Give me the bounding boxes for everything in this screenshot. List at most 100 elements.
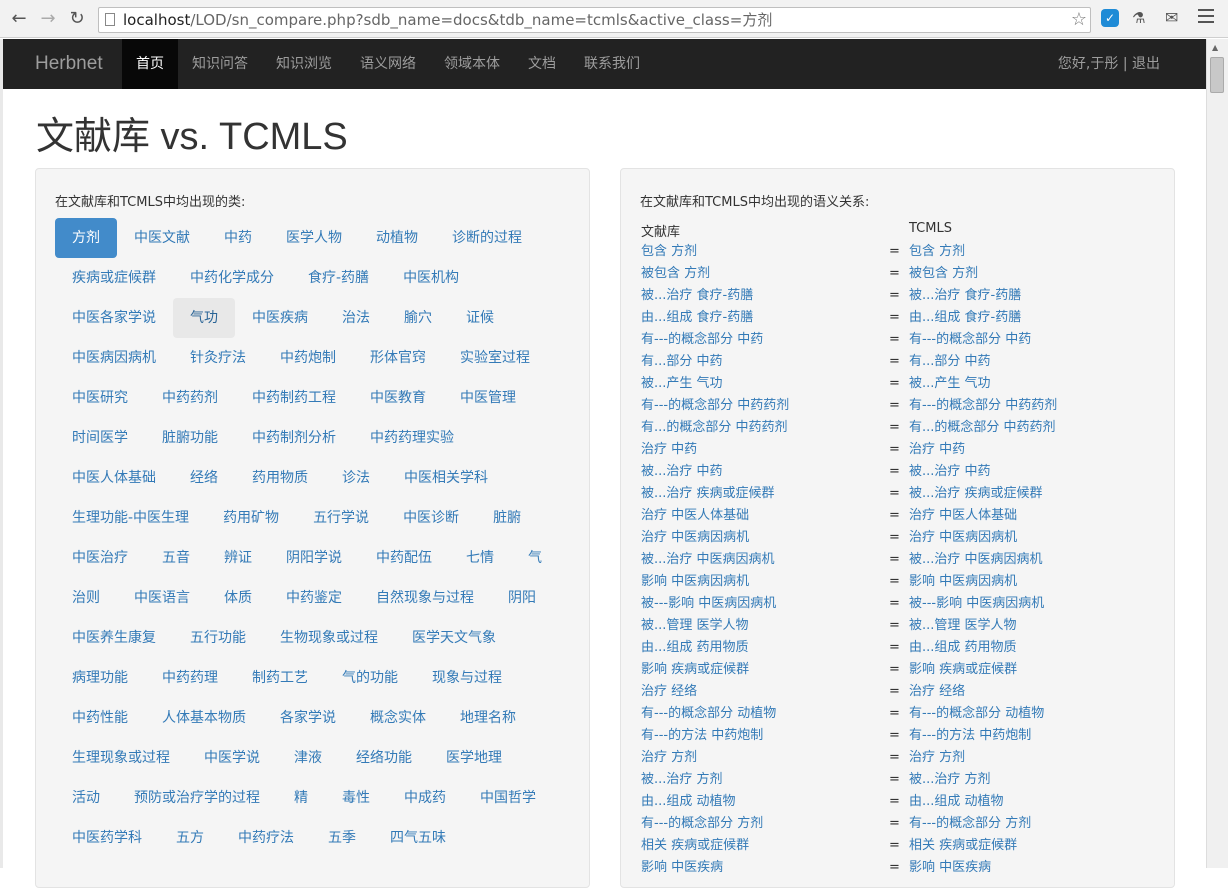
class-pill[interactable]: 中成药	[387, 778, 463, 818]
class-pill[interactable]: 时间医学	[55, 418, 145, 458]
class-pill[interactable]: 中药制剂分析	[235, 418, 353, 458]
class-pill[interactable]: 经络功能	[339, 738, 429, 778]
relation-right-link[interactable]: 被...治疗 方剂	[909, 769, 991, 791]
scrollbar-thumb[interactable]	[1210, 57, 1224, 93]
class-pill[interactable]: 中药性能	[55, 698, 145, 738]
relation-left-link[interactable]: 被包含 方剂	[641, 263, 710, 285]
vertical-scrollbar[interactable]: ▲	[1206, 39, 1228, 868]
relation-right-link[interactable]: 治疗 中医病因病机	[909, 527, 1017, 549]
class-pill[interactable]: 药用矿物	[206, 498, 296, 538]
class-pill[interactable]: 阴阳	[491, 578, 553, 618]
class-pill[interactable]: 医学地理	[429, 738, 519, 778]
class-pill[interactable]: 气的功能	[325, 658, 415, 698]
relation-right-link[interactable]: 影响 中医病因病机	[909, 571, 1017, 593]
class-pill[interactable]: 中医机构	[386, 258, 476, 298]
class-pill[interactable]: 活动	[55, 778, 117, 818]
relation-left-link[interactable]: 有---的概念部分 中药	[641, 329, 763, 351]
class-pill[interactable]: 中药鉴定	[269, 578, 359, 618]
relation-right-link[interactable]: 被...产生 气功	[909, 373, 991, 395]
class-pill[interactable]: 治则	[55, 578, 117, 618]
back-icon[interactable]: ←	[8, 8, 30, 30]
nav-item[interactable]: 文档	[514, 39, 570, 89]
relation-right-link[interactable]: 被...治疗 中医病因病机	[909, 549, 1043, 571]
relation-right-link[interactable]: 有---的概念部分 动植物	[909, 703, 1044, 725]
relation-right-link[interactable]: 有---的概念部分 中药药剂	[909, 395, 1057, 417]
class-pill[interactable]: 医学人物	[269, 218, 359, 258]
relation-right-link[interactable]: 相关 疾病或症候群	[909, 835, 1017, 857]
class-pill[interactable]: 精	[277, 778, 325, 818]
relation-right-link[interactable]: 有...的概念部分 中药药剂	[909, 417, 1056, 439]
class-pill[interactable]: 生理功能-中医生理	[55, 498, 206, 538]
nav-item[interactable]: 联系我们	[570, 39, 654, 89]
class-pill[interactable]: 疾病或症候群	[55, 258, 173, 298]
relation-right-link[interactable]: 影响 疾病或症候群	[909, 659, 1017, 681]
class-pill[interactable]: 中医研究	[55, 378, 145, 418]
relation-left-link[interactable]: 治疗 经络	[641, 681, 697, 703]
class-pill[interactable]: 中国哲学	[463, 778, 553, 818]
class-pill[interactable]: 证候	[449, 298, 511, 338]
class-pill[interactable]: 制药工艺	[235, 658, 325, 698]
relation-right-link[interactable]: 有...部分 中药	[909, 351, 991, 373]
relation-right-link[interactable]: 被包含 方剂	[909, 263, 978, 285]
class-pill[interactable]: 五方	[159, 818, 221, 858]
relation-right-link[interactable]: 由...组成 药用物质	[909, 637, 1017, 659]
relation-right-link[interactable]: 由...组成 动植物	[909, 791, 1004, 813]
class-pill[interactable]: 治法	[325, 298, 387, 338]
relation-left-link[interactable]: 被...产生 气功	[641, 373, 723, 395]
scroll-up-icon[interactable]: ▲	[1212, 43, 1218, 52]
relation-left-link[interactable]: 治疗 中医人体基础	[641, 505, 749, 527]
class-pill[interactable]: 五音	[145, 538, 207, 578]
relation-left-link[interactable]: 被...治疗 中药	[641, 461, 723, 483]
class-pill[interactable]: 中药药理	[145, 658, 235, 698]
relation-left-link[interactable]: 被...治疗 疾病或症候群	[641, 483, 775, 505]
class-pill[interactable]: 食疗-药膳	[291, 258, 386, 298]
nav-item[interactable]: 知识问答	[178, 39, 262, 89]
extension-puzzle-icon[interactable]: ⚗	[1132, 9, 1150, 27]
relation-left-link[interactable]: 治疗 中药	[641, 439, 697, 461]
class-pill[interactable]: 中医病因病机	[55, 338, 173, 378]
class-pill[interactable]: 辨证	[207, 538, 269, 578]
class-pill[interactable]: 药用物质	[235, 458, 325, 498]
relation-left-link[interactable]: 被...治疗 中医病因病机	[641, 549, 775, 571]
relation-left-link[interactable]: 相关 疾病或症候群	[641, 835, 749, 857]
relation-left-link[interactable]: 影响 中医疾病	[641, 857, 723, 879]
nav-item[interactable]: 知识浏览	[262, 39, 346, 89]
class-pill[interactable]: 预防或治疗学的过程	[117, 778, 277, 818]
relation-left-link[interactable]: 治疗 中医病因病机	[641, 527, 749, 549]
relation-left-link[interactable]: 被...管理 医学人物	[641, 615, 749, 637]
class-pill[interactable]: 七情	[449, 538, 511, 578]
relation-right-link[interactable]: 有---的方法 中药炮制	[909, 725, 1031, 747]
forward-icon[interactable]: →	[37, 8, 59, 30]
relation-right-link[interactable]: 包含 方剂	[909, 241, 965, 263]
relation-left-link[interactable]: 有---的概念部分 动植物	[641, 703, 776, 725]
class-pill[interactable]: 中医人体基础	[55, 458, 173, 498]
nav-item[interactable]: 领域本体	[430, 39, 514, 89]
class-pill[interactable]: 五行功能	[173, 618, 263, 658]
class-pill[interactable]: 中药药理实验	[353, 418, 471, 458]
relation-right-link[interactable]: 被---影响 中医病因病机	[909, 593, 1044, 615]
relation-left-link[interactable]: 有---的方法 中药炮制	[641, 725, 763, 747]
class-pill[interactable]: 中药化学成分	[173, 258, 291, 298]
class-pill[interactable]: 诊断的过程	[435, 218, 539, 258]
relation-right-link[interactable]: 治疗 经络	[909, 681, 965, 703]
class-pill[interactable]: 中药配伍	[359, 538, 449, 578]
class-pill[interactable]: 中药药剂	[145, 378, 235, 418]
class-pill[interactable]: 中医疾病	[235, 298, 325, 338]
class-pill[interactable]: 方剂	[55, 218, 117, 258]
relation-right-link[interactable]: 治疗 方剂	[909, 747, 965, 769]
class-pill[interactable]: 中医学说	[187, 738, 277, 778]
relation-right-link[interactable]: 被...治疗 中药	[909, 461, 991, 483]
nav-item[interactable]: 首页	[122, 39, 178, 89]
class-pill[interactable]: 中药制药工程	[235, 378, 353, 418]
class-pill[interactable]: 中医语言	[117, 578, 207, 618]
reload-icon[interactable]: ↻	[66, 8, 88, 30]
class-pill[interactable]: 各家学说	[263, 698, 353, 738]
relation-right-link[interactable]: 治疗 中医人体基础	[909, 505, 1017, 527]
relation-left-link[interactable]: 由...组成 药用物质	[641, 637, 749, 659]
class-pill[interactable]: 中药	[207, 218, 269, 258]
class-pill[interactable]: 气	[511, 538, 559, 578]
class-pill[interactable]: 五行学说	[296, 498, 386, 538]
class-pill[interactable]: 中医养生康复	[55, 618, 173, 658]
user-greeting-logout[interactable]: 您好,于彤 | 退出	[1058, 39, 1160, 89]
class-pill[interactable]: 中药疗法	[221, 818, 311, 858]
